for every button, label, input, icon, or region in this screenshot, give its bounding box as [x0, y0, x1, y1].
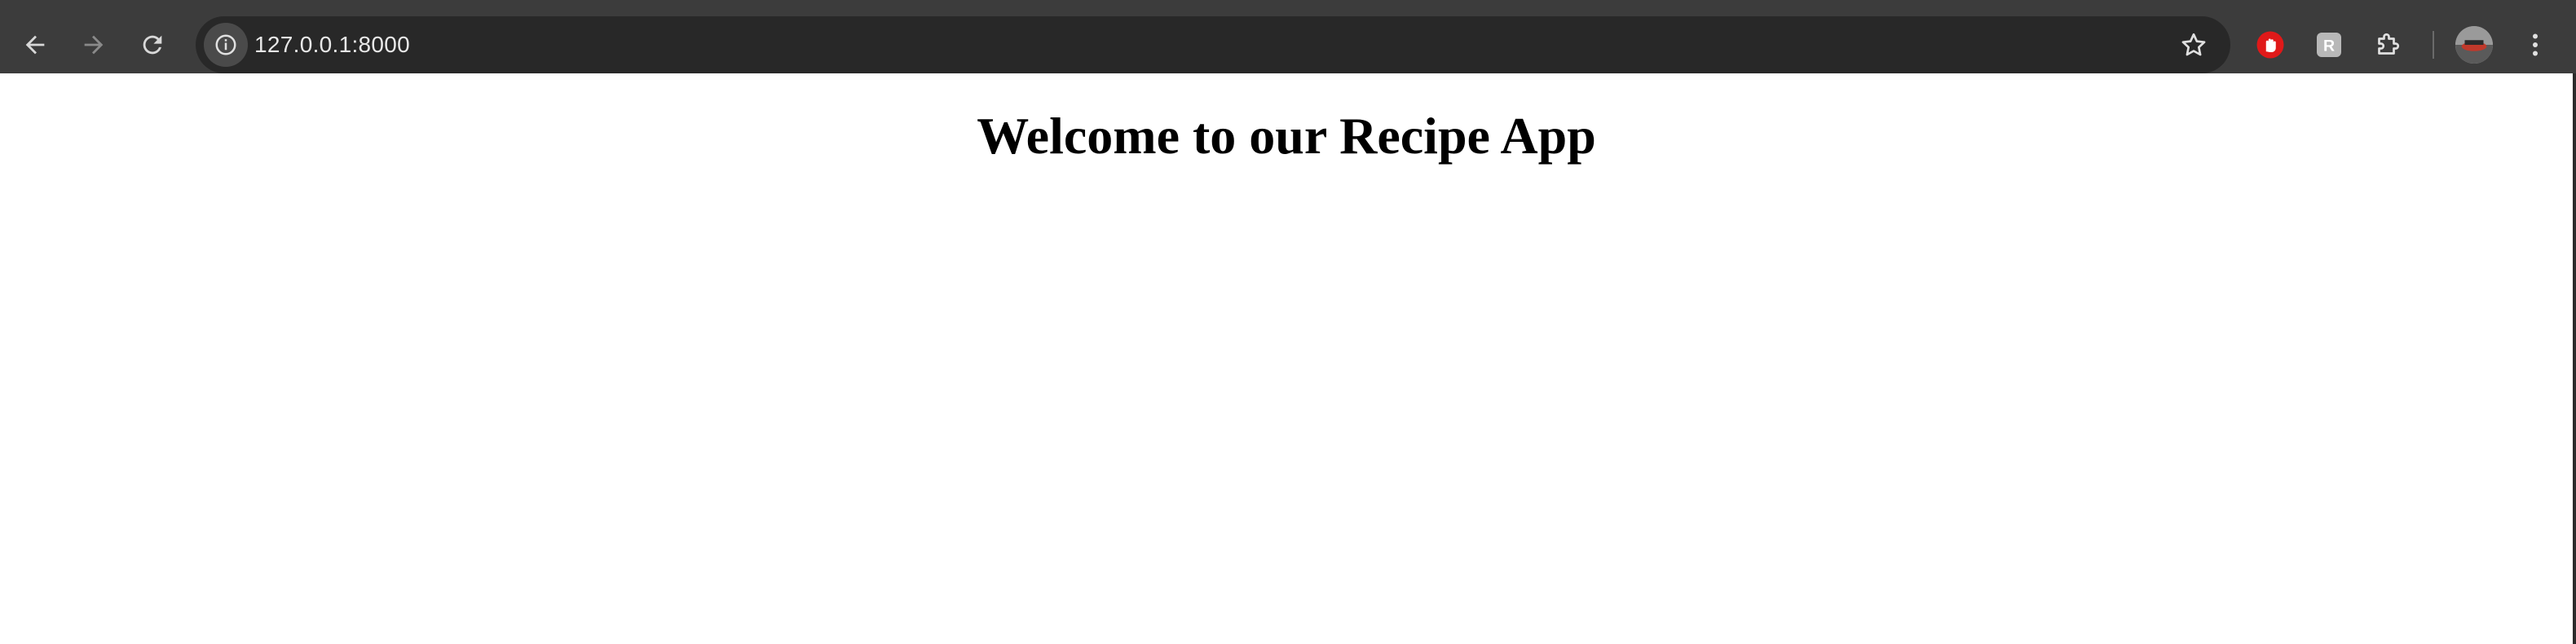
- browser-toolbar: 127.0.0.1:8000 R: [0, 0, 2576, 73]
- extensions-menu-button[interactable]: [2369, 26, 2406, 64]
- kebab-menu-icon: [2533, 33, 2538, 56]
- avatar[interactable]: [2455, 26, 2493, 64]
- page-title: Welcome to our Recipe App: [977, 107, 1596, 165]
- reload-button[interactable]: [127, 20, 178, 70]
- browser-menu-button[interactable]: [2519, 26, 2552, 64]
- puzzle-icon: [2378, 33, 2400, 55]
- extension-r-button[interactable]: R: [2310, 26, 2348, 64]
- back-arrow-icon: [25, 35, 45, 55]
- window-edge: [2573, 73, 2576, 644]
- hand-stop-icon: [2256, 31, 2284, 59]
- star-icon: [2181, 33, 2206, 56]
- url-text[interactable]: 127.0.0.1:8000: [254, 16, 410, 73]
- reload-icon: [143, 35, 162, 55]
- r-letter-icon: R: [2317, 33, 2341, 57]
- info-icon: [215, 34, 236, 55]
- toolbar-divider: [2433, 31, 2434, 59]
- site-info-button[interactable]: [204, 23, 248, 67]
- forward-arrow-icon: [84, 35, 104, 55]
- svg-text:R: R: [2323, 37, 2335, 55]
- forward-button[interactable]: [68, 20, 119, 70]
- bookmark-button[interactable]: [2175, 26, 2212, 64]
- back-button[interactable]: [10, 20, 60, 70]
- page-content: Welcome to our Recipe App: [0, 73, 2573, 644]
- profile-avatar-icon: [2455, 26, 2493, 64]
- address-bar[interactable]: 127.0.0.1:8000: [196, 16, 2230, 73]
- extension-stop-button[interactable]: [2252, 26, 2289, 64]
